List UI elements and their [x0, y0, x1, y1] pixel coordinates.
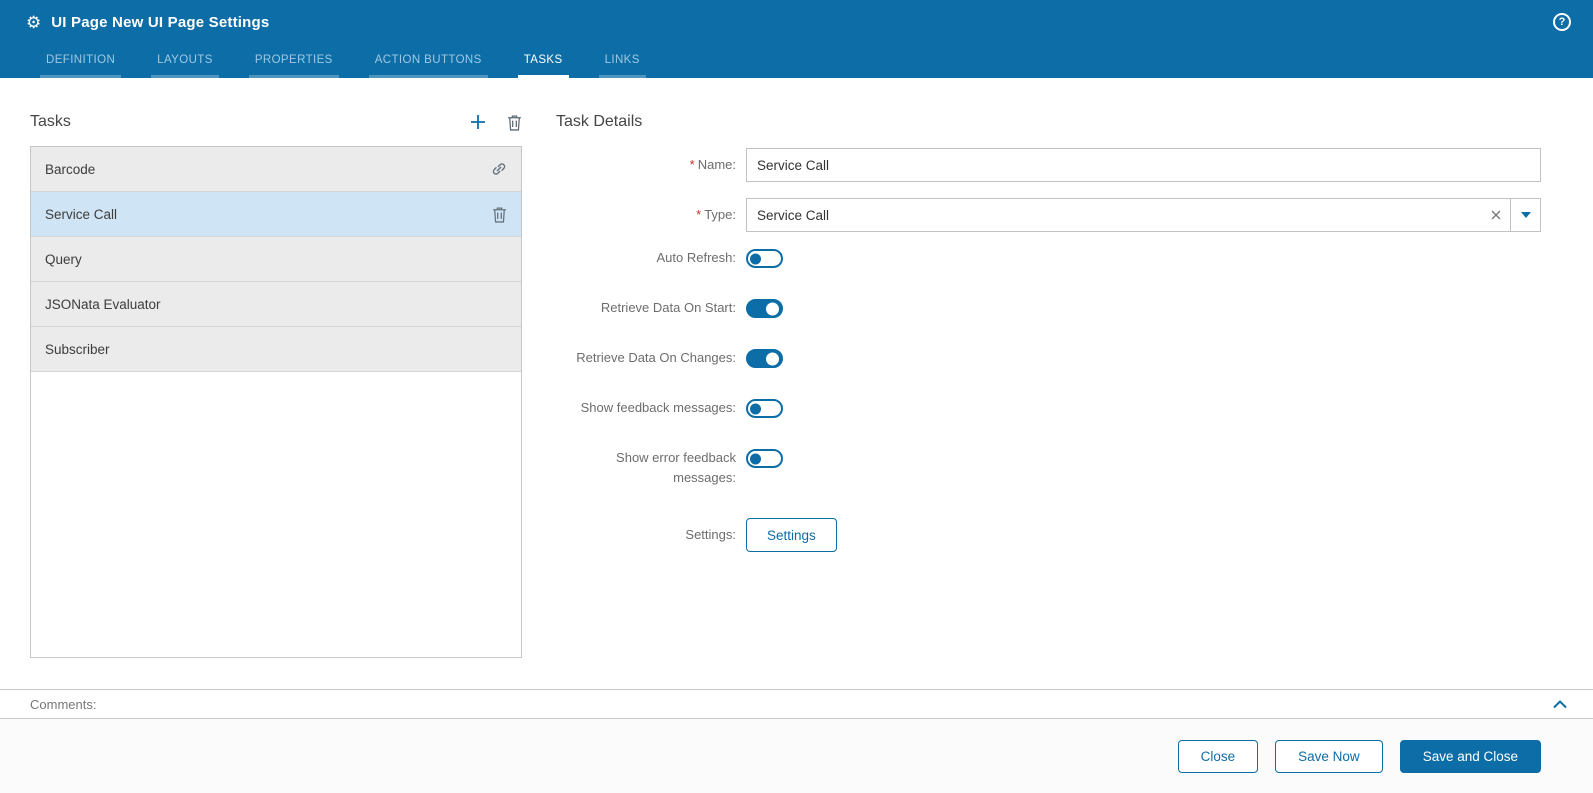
task-row-label: JSONata Evaluator — [45, 296, 161, 312]
retrieve-on-start-label: Retrieve Data On Start: — [600, 300, 736, 315]
tab-definition[interactable]: DEFINITION — [40, 44, 122, 78]
retrieve-on-changes-label: Retrieve Data On Changes: — [576, 350, 736, 365]
save-and-close-button[interactable]: Save and Close — [1399, 739, 1541, 773]
chevron-up-icon — [1553, 699, 1567, 708]
task-row-jsonata-evaluator[interactable]: JSONata Evaluator — [31, 282, 521, 327]
show-error-feedback-label: Show error feedback messages: — [616, 450, 736, 485]
title-row: ⚙ UI Page New UI Page Settings ? — [0, 0, 1593, 44]
gear-icon: ⚙ — [26, 12, 42, 32]
tab-properties[interactable]: PROPERTIES — [248, 44, 339, 78]
collapse-comments-button[interactable] — [1553, 699, 1567, 709]
show-feedback-label: Show feedback messages: — [580, 400, 736, 415]
show-feedback-toggle[interactable] — [746, 399, 783, 418]
plus-icon — [471, 115, 485, 129]
task-row-query[interactable]: Query — [31, 237, 521, 282]
tab-action-buttons[interactable]: ACTION BUTTONS — [368, 44, 488, 78]
tab-layouts[interactable]: LAYOUTS — [151, 44, 219, 78]
retrieve-on-changes-toggle[interactable] — [746, 349, 783, 368]
required-marker: * — [689, 157, 695, 172]
task-row-service-call[interactable]: Service Call — [31, 192, 521, 237]
task-row-barcode[interactable]: Barcode — [31, 147, 521, 192]
main-content: Tasks Barcode Service Call Query JSONata… — [0, 78, 1593, 689]
help-icon[interactable]: ? — [1553, 13, 1571, 31]
save-now-button[interactable]: Save Now — [1275, 739, 1383, 773]
comments-bar: Comments: — [0, 689, 1593, 719]
tasks-panel-header: Tasks — [30, 108, 522, 136]
settings-button[interactable]: Settings — [746, 518, 837, 552]
name-row: * Name: — [556, 148, 1541, 182]
task-row-label: Query — [45, 251, 82, 267]
settings-label: Settings: — [685, 527, 736, 542]
clear-icon[interactable] — [1482, 210, 1510, 220]
settings-row: Settings: Settings — [556, 518, 1541, 552]
auto-refresh-toggle[interactable] — [746, 249, 783, 268]
task-row-subscriber[interactable]: Subscriber — [31, 327, 521, 372]
trash-icon — [493, 206, 506, 223]
type-combobox[interactable] — [746, 198, 1541, 232]
type-label: * Type: — [696, 207, 736, 222]
close-button[interactable]: Close — [1177, 739, 1259, 773]
task-row-label: Barcode — [45, 161, 96, 177]
name-input[interactable] — [746, 148, 1541, 182]
auto-refresh-label: Auto Refresh: — [656, 250, 737, 265]
show-error-feedback-row: Show error feedback messages: — [556, 448, 1541, 488]
tab-links[interactable]: LINKS — [598, 44, 646, 78]
retrieve-on-start-toggle[interactable] — [746, 299, 783, 318]
tab-tasks[interactable]: TASKS — [517, 44, 569, 78]
chevron-down-icon — [1520, 212, 1531, 218]
dropdown-button[interactable] — [1510, 199, 1540, 231]
linked-task-button[interactable] — [491, 161, 507, 177]
retrieve-on-start-row: Retrieve Data On Start: — [556, 298, 1541, 318]
tasks-panel: Tasks Barcode Service Call Query JSONata… — [30, 108, 522, 689]
task-details-title: Task Details — [556, 113, 643, 130]
add-task-button[interactable] — [469, 113, 487, 131]
task-details-panel: Task Details *Name: *Type: Auto Re — [556, 108, 1541, 689]
task-list: Barcode Service Call Query JSONata Evalu… — [30, 146, 522, 658]
retrieve-on-changes-row: Retrieve Data On Changes: — [556, 348, 1541, 368]
footer-bar: Close Save Now Save and Close — [0, 719, 1593, 793]
link-icon — [492, 163, 506, 175]
auto-refresh-row: Auto Refresh: — [556, 248, 1541, 268]
delete-row-button[interactable] — [492, 206, 507, 223]
required-marker: * — [696, 207, 702, 222]
delete-task-button[interactable] — [507, 114, 522, 131]
show-error-feedback-toggle[interactable] — [746, 449, 783, 468]
tasks-panel-title: Tasks — [30, 113, 71, 130]
task-row-label: Service Call — [45, 206, 118, 222]
show-feedback-row: Show feedback messages: — [556, 398, 1541, 418]
comments-label: Comments: — [30, 696, 97, 712]
trash-icon — [508, 114, 521, 131]
tab-bar: DEFINITION LAYOUTS PROPERTIES ACTION BUT… — [0, 44, 1593, 78]
type-input[interactable] — [747, 199, 1482, 231]
task-row-label: Subscriber — [45, 341, 110, 357]
page-title: UI Page New UI Page Settings — [51, 13, 270, 31]
top-bar: ⚙ UI Page New UI Page Settings ? DEFINIT… — [0, 0, 1593, 78]
type-row: * Type: — [556, 198, 1541, 232]
name-label: * Name: — [689, 157, 736, 172]
